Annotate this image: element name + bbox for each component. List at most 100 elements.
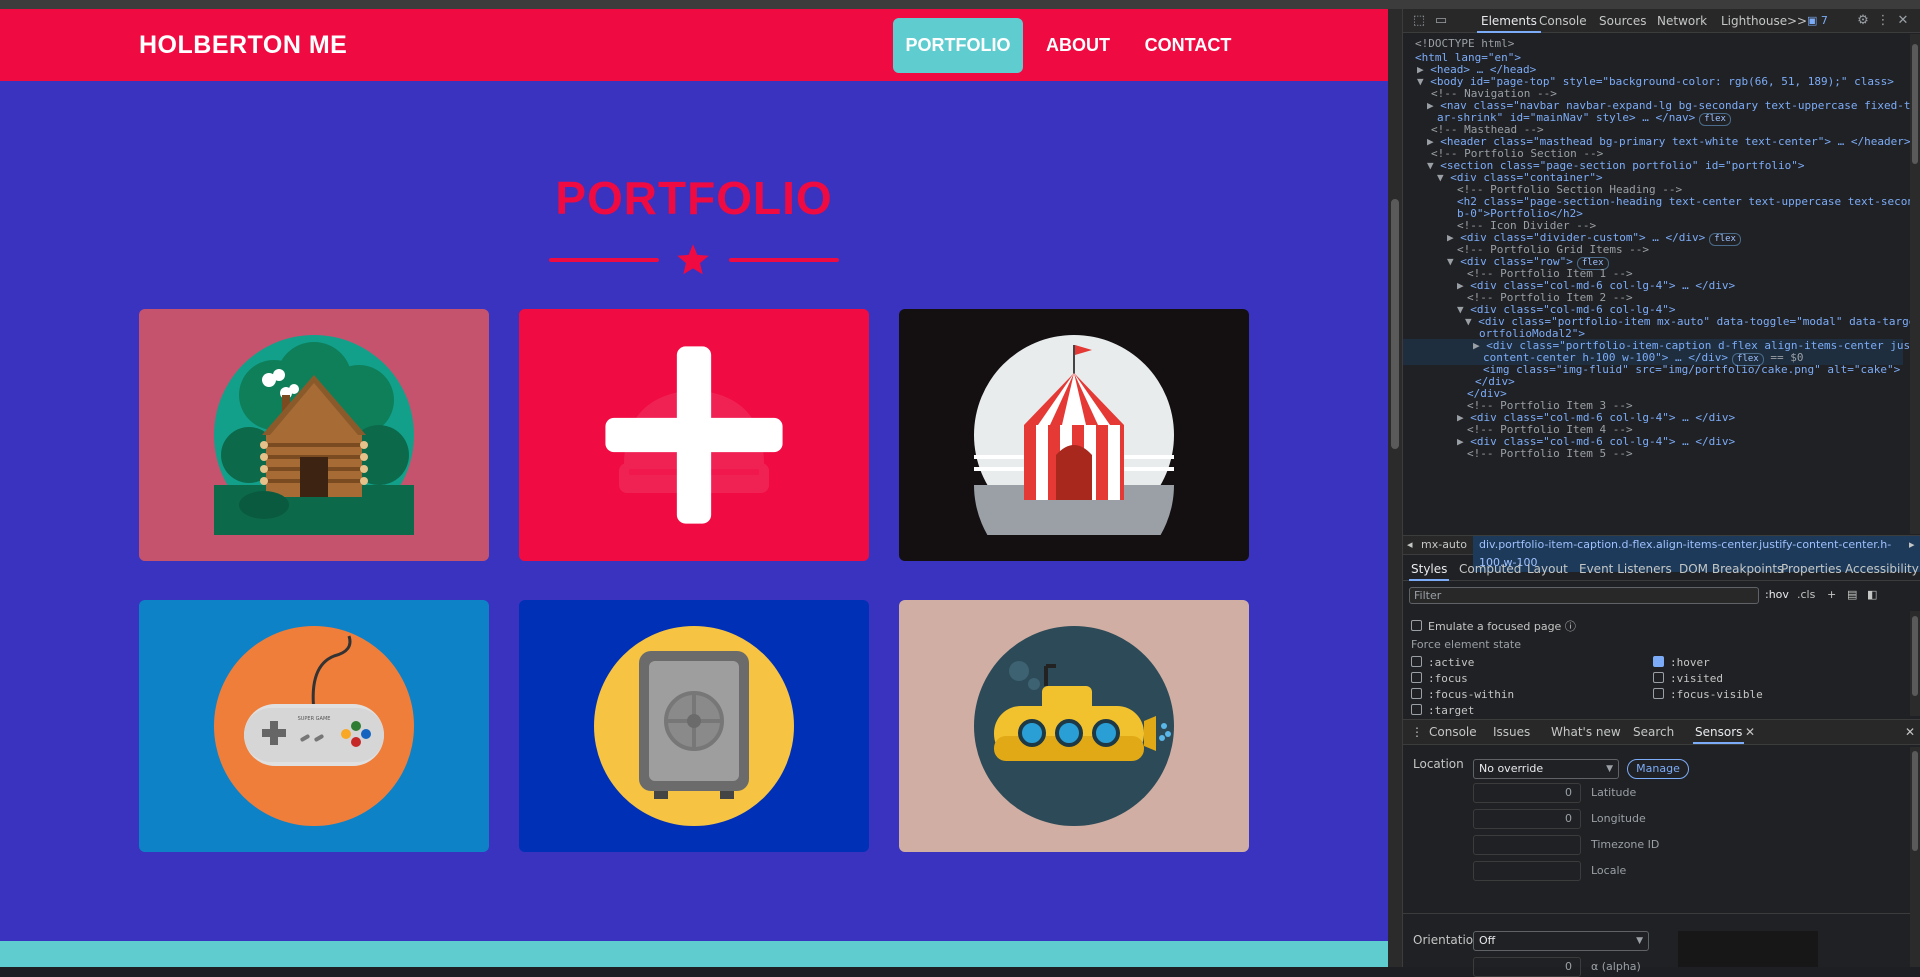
sensors-scrollbar[interactable] [1910,747,1920,967]
styles-filter-input[interactable]: Filter [1409,587,1759,604]
collapse-arrow-icon[interactable]: ▼ [1457,303,1464,316]
portfolio-item-cake[interactable] [519,309,869,561]
state-hover-row[interactable]: :hover [1653,655,1710,671]
breadcrumb-back-icon[interactable]: ◂ [1407,536,1413,554]
checkbox[interactable] [1411,704,1422,715]
collapse-arrow-icon[interactable]: ▼ [1465,315,1472,328]
drawer-tab-sensors[interactable]: Sensors [1693,720,1745,744]
tree-text: <!DOCTYPE html> [1415,37,1515,50]
alpha-input[interactable]: 0 [1473,957,1581,977]
collapse-arrow-icon[interactable]: ▼ [1437,171,1444,184]
tab-console[interactable]: Console [1539,9,1587,33]
hov-button[interactable]: :hov [1765,588,1789,601]
close-drawer-icon[interactable]: ✕ [1905,720,1915,744]
drawer-tab-whats-new[interactable]: What's new [1551,720,1621,744]
drawer-tab-console[interactable]: Console [1429,720,1477,744]
collapse-arrow-icon[interactable]: ▼ [1447,255,1454,268]
emulate-focused-row[interactable]: Emulate a focused page ⓘ [1411,619,1576,635]
collapse-arrow-icon[interactable]: ▼ [1417,75,1424,88]
checkbox[interactable] [1411,688,1422,699]
tab-network[interactable]: Network [1657,9,1707,33]
state-focus-visible-row[interactable]: :focus-visible [1653,687,1763,703]
portfolio-item-caption[interactable] [519,309,869,561]
tree-line-comment[interactable]: <!-- Portfolio Item 5 --> [1467,447,1633,461]
expand-arrow-icon[interactable]: ▶ [1457,279,1464,292]
device-toggle-icon[interactable]: ▭ [1433,13,1449,29]
orientation-select[interactable]: Off ▼ [1473,931,1649,951]
timezone-input[interactable] [1473,835,1581,855]
settings-gear-icon[interactable]: ⚙ [1855,13,1871,29]
state-focus-within-row[interactable]: :focus-within [1411,687,1514,703]
brand-link[interactable]: HOLBERTON ME [139,31,347,60]
expand-arrow-icon[interactable]: ▶ [1457,435,1464,448]
inspect-icon[interactable]: ⬚ [1411,13,1427,29]
page-scrollbar[interactable] [1388,9,1402,967]
help-icon[interactable]: ⓘ [1565,620,1576,633]
elements-scrollbar-thumb[interactable] [1912,44,1918,164]
state-active-row[interactable]: :active [1411,655,1474,671]
collapse-arrow-icon[interactable]: ▼ [1427,159,1434,172]
expand-arrow-icon[interactable]: ▶ [1427,99,1434,112]
tree-line-doctype[interactable]: <!DOCTYPE html> [1415,37,1514,51]
flex-badge[interactable]: flex [1699,113,1731,126]
portfolio-item-cabin[interactable] [139,309,489,561]
styles-scrollbar[interactable] [1910,611,1920,716]
elements-scrollbar[interactable] [1910,34,1920,534]
state-visited-row[interactable]: :visited [1653,671,1723,687]
checkbox[interactable] [1653,672,1664,683]
latitude-label: Latitude [1591,786,1637,799]
expand-arrow-icon[interactable]: ▶ [1447,231,1454,244]
tab-event-listeners[interactable]: Event Listeners [1579,557,1672,581]
tab-sources[interactable]: Sources [1599,9,1646,33]
tab-properties[interactable]: Properties [1781,557,1842,581]
nav-link-about[interactable]: ABOUT [1038,18,1118,73]
tree-line-img[interactable]: <img class="img-fluid" src="img/portfoli… [1483,363,1900,377]
styles-scrollbar-thumb[interactable] [1912,616,1918,696]
tab-lighthouse[interactable]: Lighthouse [1721,9,1787,33]
page-scrollbar-thumb[interactable] [1391,199,1399,449]
tab-accessibility[interactable]: Accessibility [1845,557,1919,581]
portfolio-item-circus[interactable] [899,309,1249,561]
sensors-panel: Location No override ▼ Manage 0 Latitude … [1403,747,1920,977]
drawer-tab-issues[interactable]: Issues [1493,720,1530,744]
portfolio-item-submarine[interactable] [899,600,1249,852]
longitude-input[interactable]: 0 [1473,809,1581,829]
portfolio-item-safe[interactable] [519,600,869,852]
emulate-focused-checkbox[interactable] [1411,620,1422,631]
checkbox[interactable] [1411,656,1422,667]
drawer-menu-icon[interactable]: ⋮ [1411,720,1423,744]
hover-checkbox-checked[interactable] [1653,656,1664,667]
cls-button[interactable]: .cls [1797,588,1815,601]
kebab-menu-icon[interactable]: ⋮ [1875,13,1891,29]
tab-layout[interactable]: Layout [1527,557,1568,581]
sidebar-toggle-icon[interactable]: ◧ [1867,588,1877,601]
flex-badge[interactable]: flex [1709,233,1741,246]
close-sensors-tab-icon[interactable]: ✕ [1745,720,1755,744]
tab-dom-breakpoints[interactable]: DOM Breakpoints [1679,557,1783,581]
add-rule-icon[interactable]: + [1827,588,1836,601]
breadcrumb-forward-icon[interactable]: ▸ [1909,536,1915,554]
breadcrumb-item[interactable]: mx-auto [1421,536,1467,554]
expand-arrow-icon[interactable]: ▶ [1457,411,1464,424]
more-tabs-button[interactable]: >> [1787,9,1807,33]
checkbox[interactable] [1653,688,1664,699]
drawer-tab-search[interactable]: Search [1633,720,1674,744]
tab-elements[interactable]: Elements [1477,9,1541,33]
state-target-row[interactable]: :target [1411,703,1474,716]
latitude-input[interactable]: 0 [1473,783,1581,803]
nav-link-contact[interactable]: CONTACT [1138,18,1238,73]
tab-styles[interactable]: Styles [1409,557,1450,581]
sensors-scrollbar-thumb[interactable] [1912,751,1918,851]
tab-computed[interactable]: Computed [1459,557,1521,581]
state-focus-row[interactable]: :focus [1411,671,1468,687]
styles-tabs: Styles Computed Layout Event Listeners D… [1403,557,1920,581]
portfolio-item-game[interactable]: SUPER GAME [139,600,489,852]
nav-link-portfolio[interactable]: PORTFOLIO [893,18,1023,73]
checkbox[interactable] [1411,672,1422,683]
paint-icon[interactable]: ▤ [1847,588,1857,601]
location-select[interactable]: No override ▼ [1473,759,1619,779]
issues-badge[interactable]: ▣ 7 [1807,14,1828,28]
manage-button[interactable]: Manage [1627,759,1689,779]
close-devtools-icon[interactable]: ✕ [1895,13,1911,29]
locale-input[interactable] [1473,861,1581,881]
